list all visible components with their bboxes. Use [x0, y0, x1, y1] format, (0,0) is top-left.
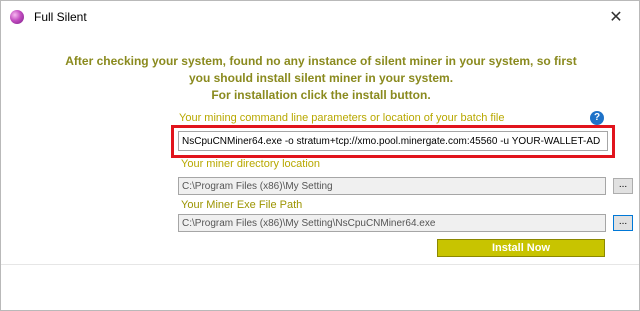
exe-path-input[interactable]: [178, 214, 606, 232]
message-line-3: For installation click the install butto…: [211, 88, 431, 102]
app-icon: [10, 10, 24, 24]
miner-directory-label: Your miner directory location: [181, 158, 320, 170]
browse-directory-button[interactable]: ...: [613, 178, 633, 194]
close-button[interactable]: ✕: [593, 1, 639, 33]
install-now-button[interactable]: Install Now: [437, 239, 605, 257]
miner-directory-input[interactable]: [178, 177, 606, 195]
window-title: Full Silent: [34, 10, 87, 24]
mining-params-input[interactable]: [178, 131, 608, 151]
exe-path-label: Your Miner Exe File Path: [181, 199, 303, 211]
browse-exe-button[interactable]: ...: [613, 215, 633, 231]
message-line-2: you should install silent miner in your …: [188, 71, 454, 85]
help-icon[interactable]: ?: [590, 111, 604, 125]
main-window: Full Silent ✕ After checking your system…: [0, 0, 640, 311]
message-line-1: After checking your system, found no any…: [65, 54, 577, 68]
status-message: After checking your system, found no any…: [41, 53, 601, 104]
divider: [1, 264, 639, 265]
mining-params-label: Your mining command line parameters or l…: [179, 112, 505, 124]
title-bar: Full Silent ✕: [1, 1, 639, 33]
